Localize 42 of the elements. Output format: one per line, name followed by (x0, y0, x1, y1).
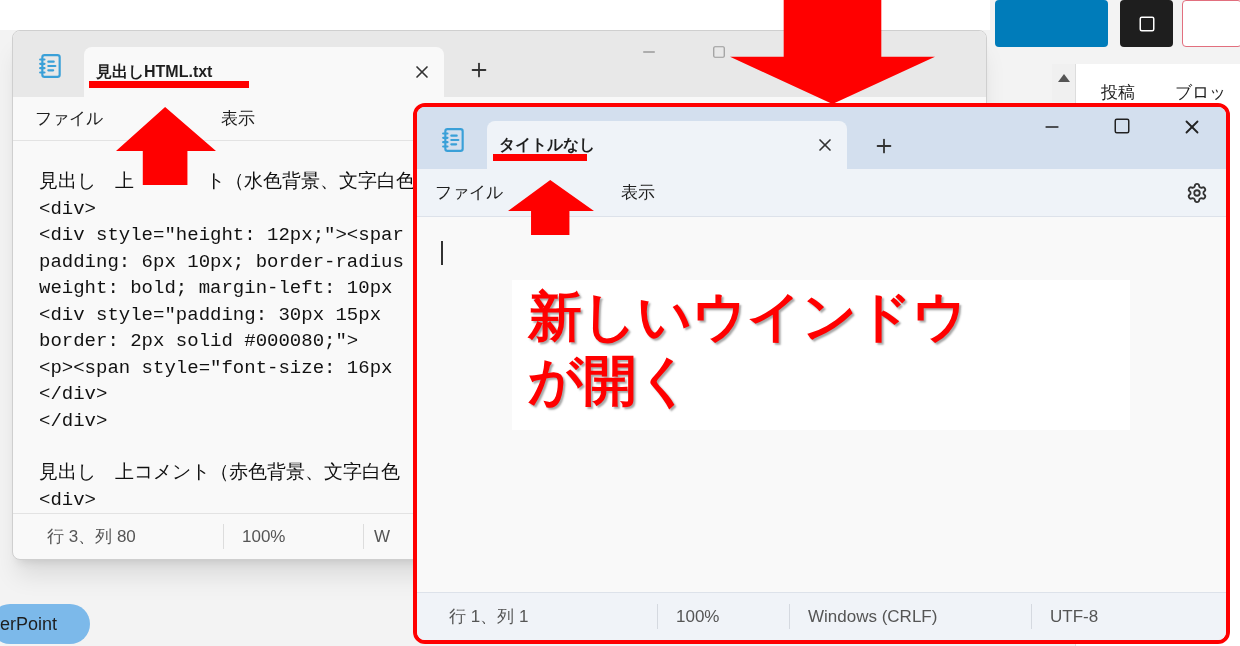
menu-item[interactable]: ファイル (435, 179, 503, 206)
panel-tab[interactable]: ブロッ (1175, 83, 1226, 102)
text-cursor (441, 241, 443, 265)
maximize-icon[interactable] (1113, 117, 1131, 135)
cursor-position: 行 3、列 80 (46, 525, 137, 548)
menu-item[interactable]: 表示 (221, 105, 255, 132)
code-line: ト（水色背景、文字白色 (206, 170, 415, 195)
line-ending: W (363, 523, 391, 550)
code-line: </div> (39, 382, 108, 407)
code-line: border: 2px solid #000080;"> (39, 329, 359, 354)
code-line: padding: 6px 10px; border-radius (39, 249, 404, 275)
scroll-up-icon[interactable] (1057, 74, 1070, 82)
code-line: <div> (39, 196, 96, 222)
line-ending: Windows (CRLF) (789, 603, 1031, 630)
code-line: </div> (39, 408, 108, 434)
layout-icon (1137, 14, 1156, 33)
code-line: <div style="padding: 30px 15px (39, 302, 382, 328)
code-line: <div style="height: 12px;"><spar (39, 223, 404, 248)
settings-icon[interactable] (1186, 181, 1208, 204)
code-line: 見出し 上コメント（赤色背景、文字白色 (39, 461, 400, 486)
code-line: <p><span style="font-size: 16px (39, 355, 393, 381)
annotation-text: 新しいウインドウ (528, 285, 968, 348)
cursor-position: 行 1、列 1 (448, 605, 530, 628)
toolbar-button[interactable] (1182, 0, 1240, 47)
menu-item[interactable]: 表示 (621, 179, 655, 206)
notepad-icon (441, 127, 467, 153)
notepad-icon (38, 53, 64, 79)
code-line: 見出し 上 (39, 170, 134, 195)
encoding: UTF-8 (1031, 603, 1099, 630)
menu-item[interactable]: ファイル (35, 105, 103, 132)
code-line: <div> (39, 487, 96, 513)
annotation-text: が開く (528, 349, 693, 412)
tab-title: タイトルなし (499, 135, 595, 156)
zoom-level: 100% (657, 603, 789, 630)
panel-tab[interactable]: 投稿 (1101, 83, 1135, 102)
zoom-level: 100% (223, 523, 363, 550)
app-pill[interactable]: erPoint (0, 604, 90, 644)
view-button[interactable] (1120, 0, 1173, 47)
file-tab[interactable]: 見出しHTML.txt (84, 47, 444, 97)
code-line: weight: bold; margin-left: 10px (39, 276, 393, 301)
tab-title: 見出しHTML.txt (96, 62, 213, 82)
file-tab[interactable]: タイトルなし (487, 121, 847, 169)
